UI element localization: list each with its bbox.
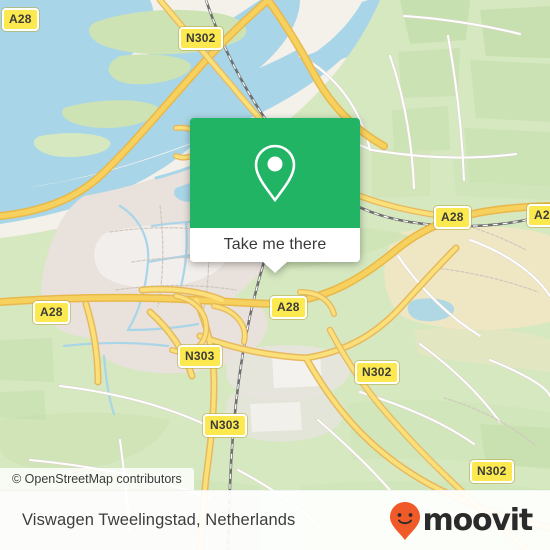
take-me-there-label: Take me there xyxy=(223,236,327,253)
road-shield: N303 xyxy=(203,414,247,437)
road-shield: A28 xyxy=(2,8,39,31)
location-pin-icon xyxy=(254,144,296,203)
map-screen: A28 N302 A28 A28 A28 A28 N303 N302 N303 N302 Take… xyxy=(0,0,550,550)
place-title: Viswagen Tweelingstad, Netherlands xyxy=(22,511,296,529)
road-shield: N302 xyxy=(179,27,223,50)
road-shield: A28 xyxy=(270,296,307,319)
road-shield: A28 xyxy=(33,301,70,324)
map-canvas[interactable]: A28 N302 A28 A28 A28 A28 N303 N302 N303 N302 Take… xyxy=(0,0,550,550)
road-shield: N303 xyxy=(178,345,222,368)
road-shield: N302 xyxy=(470,460,514,483)
moovit-wordmark: moovit xyxy=(422,502,534,538)
place-popup-card[interactable]: Take me there xyxy=(190,118,360,273)
road-shield: A28 xyxy=(434,206,471,229)
popup-header xyxy=(190,118,360,228)
moovit-logo[interactable]: moovit xyxy=(389,501,534,541)
footer-bar: Viswagen Tweelingstad, Netherlands moovi… xyxy=(0,490,550,550)
road-shield: A28 xyxy=(527,204,550,227)
map-attribution[interactable]: © OpenStreetMap contributors xyxy=(0,468,194,490)
popup-pointer-tail xyxy=(263,262,287,273)
moovit-smiley-pin-icon xyxy=(389,501,420,540)
popup-action-bar[interactable]: Take me there xyxy=(190,228,360,262)
attribution-text: © OpenStreetMap contributors xyxy=(12,472,182,486)
road-shield: N302 xyxy=(355,361,399,384)
